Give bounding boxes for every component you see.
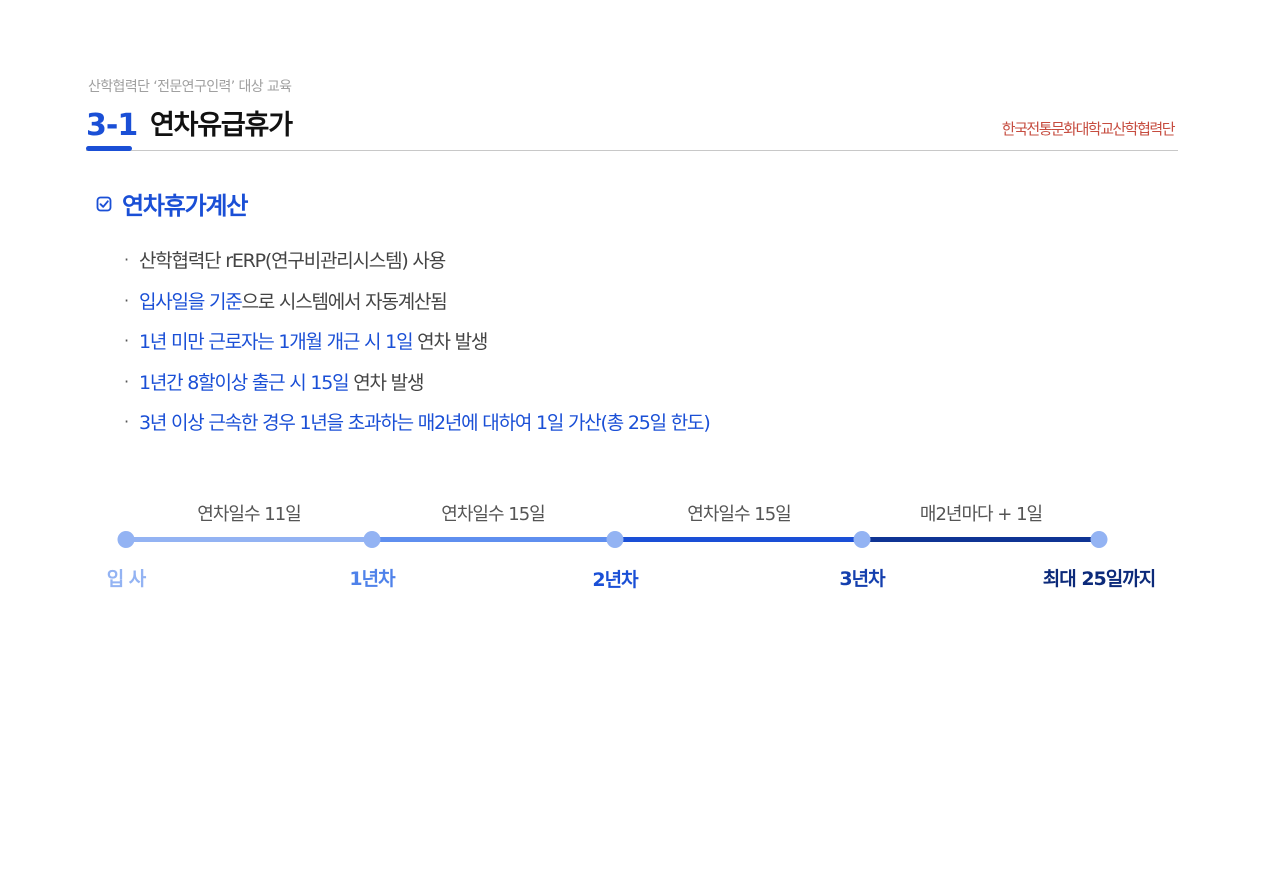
calc-heading-text: 연차휴가계산	[122, 192, 248, 220]
bullet-list: · 산학협력단 rERP(연구비관리시스템) 사용 · 입사일을 기준 으로 시…	[124, 246, 711, 449]
timeline-dot	[606, 531, 624, 548]
bullet-text-highlight: 1년 미만 근로자는 1개월 개근 시 1일	[139, 331, 414, 353]
bullet-text: 으로 시스템에서 자동계산됨	[241, 290, 448, 313]
bullet-dot: ·	[124, 250, 129, 269]
bullet-text: 연차 발생	[412, 331, 488, 353]
timeline-segment-line	[372, 537, 615, 542]
bullet-text: 연차 발생	[348, 371, 424, 394]
timeline-segment-line	[126, 537, 372, 542]
leave-timeline: 연차일수 11일 연차일수 15일 연차일수 15일 매2년마다 + 1일 입 …	[0, 490, 1263, 600]
calc-heading: 연차휴가계산	[96, 186, 248, 221]
bullet-item: · 산학협력단 rERP(연구비관리시스템) 사용	[124, 246, 710, 287]
bullet-item: · 1년간 8할이상 출근 시 15일 연차 발생	[124, 368, 710, 409]
timeline-segment-label: 연차일수 15일	[687, 504, 791, 525]
timeline-milestone-label: 최대 25일까지	[1042, 568, 1156, 590]
timeline-segment-line	[615, 537, 862, 542]
timeline-dot	[1090, 531, 1108, 548]
timeline-milestone-label: 1년차	[349, 568, 395, 590]
section-title: 연차유급휴가	[150, 110, 293, 141]
timeline-segment-line	[862, 537, 1099, 542]
timeline-milestone-label: 3년차	[839, 568, 885, 590]
bullet-item: · 3년 이상 근속한 경우 1년을 초과하는 매2년에 대하여 1일 가산(총…	[124, 408, 711, 449]
timeline-segment-label: 연차일수 15일	[441, 504, 545, 525]
bullet-dot: ·	[124, 290, 129, 310]
timeline-dot	[363, 531, 381, 548]
bullet-text-highlight: 3년 이상 근속한 경우 1년을 초과하는 매2년에 대하여 1일 가산(총 2…	[139, 412, 711, 434]
timeline-dot	[853, 531, 871, 548]
page-subtitle: 산학협력단 ‘전문연구인력’ 대상 교육	[88, 79, 292, 95]
section-header: 3-1 연차유급휴가 한국전통문화대학교산학협력단	[86, 106, 1178, 151]
timeline-dot	[117, 531, 135, 548]
timeline-milestone-label: 입 사	[106, 568, 147, 590]
bullet-item: · 1년 미만 근로자는 1개월 개근 시 1일 연차 발생	[124, 327, 710, 368]
bullet-text: 산학협력단 rERP(연구비관리시스템) 사용	[139, 250, 446, 272]
bullet-dot: ·	[124, 331, 129, 350]
timeline-milestone-label: 2년차	[592, 569, 638, 591]
bullet-dot: ·	[124, 412, 129, 431]
section-number-underline	[86, 146, 132, 151]
timeline-segment-label: 연차일수 11일	[197, 504, 301, 525]
bullet-item: · 입사일을 기준 으로 시스템에서 자동계산됨	[124, 287, 710, 328]
bullet-dot: ·	[124, 371, 129, 391]
bullet-text-highlight: 입사일을 기준	[139, 290, 243, 313]
section-number: 3-1	[86, 108, 138, 143]
bullet-text-highlight: 1년간 8할이상 출근 시 15일	[139, 371, 350, 394]
organization-logo: 한국전통문화대학교산학협력단	[1001, 120, 1176, 138]
timeline-segment-label: 매2년마다 + 1일	[919, 504, 1043, 525]
checkbox-checked-icon	[96, 196, 112, 211]
